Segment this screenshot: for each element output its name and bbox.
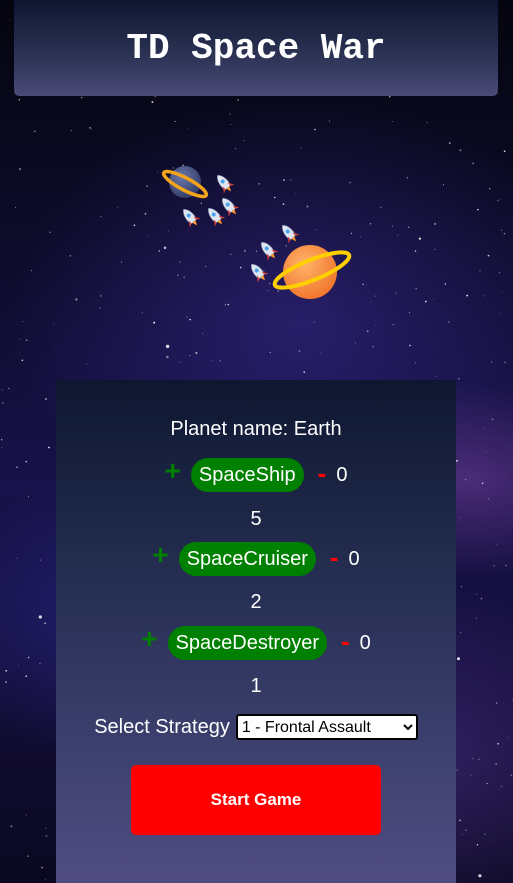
planet-panel: Planet name: Earth + SpaceShip - 0 5 + S… — [56, 380, 456, 883]
unit-row-spaceship: + SpaceShip - 0 — [56, 457, 456, 492]
remove-spacedestroyer-button[interactable]: - — [341, 628, 350, 654]
rocket-icon — [245, 259, 271, 286]
ringed-planet-icon — [161, 166, 209, 199]
strategy-row: Select Strategy 1 - Frontal Assault — [56, 714, 456, 740]
rocket-icon — [216, 193, 242, 220]
rocket-icon — [202, 203, 228, 230]
add-spaceship-button[interactable]: + — [165, 457, 181, 485]
add-spacedestroyer-button[interactable]: + — [141, 625, 157, 653]
battle-scene — [161, 166, 352, 299]
rocket-icon — [177, 204, 203, 231]
spaceship-pill[interactable]: SpaceShip — [190, 458, 304, 492]
spaceship-count: 0 — [336, 463, 348, 486]
spacedestroyer-value: 1 — [250, 675, 262, 697]
strategy-label: Select Strategy — [94, 715, 230, 738]
unit-row-spacedestroyer: + SpaceDestroyer - 0 — [56, 625, 456, 660]
rocket-icon — [211, 170, 237, 197]
spaceship-value: 5 — [250, 508, 262, 530]
remove-spacecruiser-button[interactable]: - — [330, 544, 339, 570]
rocket-icon — [276, 220, 302, 247]
spacedestroyer-pill[interactable]: SpaceDestroyer — [167, 626, 327, 660]
start-game-button[interactable]: Start Game — [131, 765, 381, 835]
spacecruiser-pill[interactable]: SpaceCruiser — [178, 542, 316, 576]
remove-spaceship-button[interactable]: - — [318, 460, 327, 486]
add-spacecruiser-button[interactable]: + — [152, 541, 168, 569]
strategy-select[interactable]: 1 - Frontal Assault — [235, 714, 418, 740]
unit-row-spacecruiser: + SpaceCruiser - 0 — [56, 541, 456, 576]
spacecruiser-count: 0 — [348, 547, 360, 570]
spacedestroyer-count: 0 — [359, 631, 371, 654]
ringed-planet-icon — [272, 245, 352, 299]
rocket-icon — [255, 237, 281, 264]
planet-name-label: Planet name: Earth — [170, 418, 342, 440]
spacecruiser-value: 2 — [250, 591, 262, 613]
